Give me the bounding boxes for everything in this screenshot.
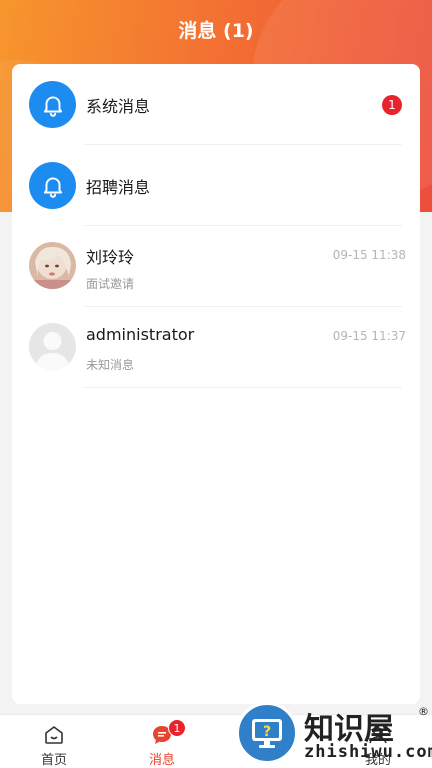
watermark-domain: zhishiwu.com (304, 742, 432, 762)
default-avatar (29, 323, 76, 370)
divider (84, 387, 402, 388)
bell-icon (29, 162, 76, 209)
list-item-recruit-messages[interactable]: 招聘消息 (12, 145, 420, 226)
list-item-title: 刘玲玲 (86, 248, 135, 267)
list-item-chat[interactable]: 刘玲玲 面试邀请 09-15 11:38 (12, 226, 420, 307)
tab-messages[interactable]: 1 消息 (108, 715, 216, 768)
user-avatar-photo (29, 242, 76, 289)
tab-unread-badge: 1 (168, 719, 186, 737)
tab-label: 首页 (40, 753, 67, 768)
list-item-title: 招聘消息 (86, 178, 151, 197)
list-item-time: 09-15 11:38 (332, 248, 406, 262)
tab-label: 消息 (148, 753, 175, 768)
list-item-subtitle: 面试邀请 (86, 277, 135, 291)
unread-badge: 1 (382, 95, 402, 115)
page-title: 消息 (1) (178, 20, 254, 42)
list-item-chat[interactable]: administrator 未知消息 09-15 11:37 (12, 307, 420, 388)
list-item-subtitle: 未知消息 (86, 358, 135, 372)
list-item-time: 09-15 11:37 (332, 329, 406, 343)
watermark-logo: ? (236, 702, 298, 764)
list-item-system-messages[interactable]: 系统消息 1 (12, 64, 420, 145)
tab-home[interactable]: 首页 (0, 715, 108, 768)
message-list: 系统消息 1 招聘消息 刘玲玲 面试邀请 09-15 11:38 adminis… (12, 64, 420, 704)
svg-text:?: ? (263, 724, 271, 740)
bell-icon (29, 81, 76, 128)
list-item-title: administrator (86, 325, 195, 344)
home-icon (42, 723, 66, 747)
watermark-registered-mark: ® (418, 705, 429, 718)
list-item-title: 系统消息 (86, 97, 151, 116)
